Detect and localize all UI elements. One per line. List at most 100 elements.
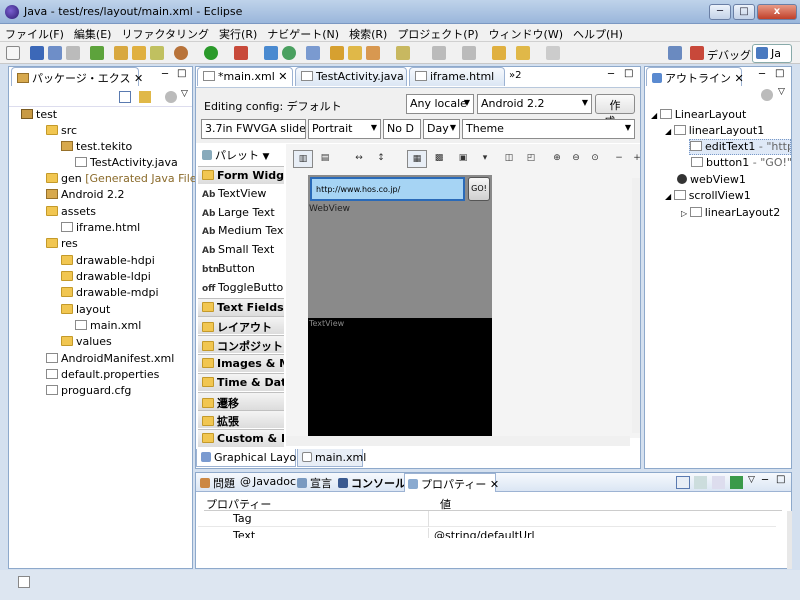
tree-android-manifest[interactable]: AndroidManifest.xml <box>46 352 174 365</box>
layout-horizontal-icon[interactable]: ▥ <box>293 150 313 168</box>
maximize-view-icon[interactable]: □ <box>776 474 785 485</box>
debug-icon[interactable] <box>174 46 188 60</box>
outline-edittext1[interactable]: editText1 - "http: <box>689 139 791 155</box>
close-tab-icon[interactable]: ✕ <box>134 72 143 85</box>
baseline-icon[interactable]: ◫ <box>499 150 519 168</box>
palette-category[interactable]: Custom & Lib <box>198 429 284 448</box>
print-icon[interactable] <box>66 46 80 60</box>
layout-vertical-icon[interactable]: ▤ <box>315 150 335 168</box>
tab-javadoc[interactable]: @ Javadoc <box>240 475 296 488</box>
link-with-editor-icon[interactable] <box>139 91 151 103</box>
save-icon[interactable] <box>30 46 44 60</box>
tree-testactivity-java[interactable]: TestActivity.java <box>75 156 178 169</box>
palette-item[interactable]: Ab Small Text <box>198 241 284 259</box>
tree-iframe-html[interactable]: iframe.html <box>61 221 140 234</box>
outline-scrollview1[interactable]: ◢ scrollView1 <box>665 189 751 202</box>
palette-category[interactable]: Form Widgets <box>198 166 284 184</box>
palette-item[interactable]: Ab TextView <box>198 185 284 203</box>
tab-graphical-layout[interactable]: Graphical Layout <box>196 449 308 467</box>
debug-perspective-icon[interactable] <box>690 46 704 60</box>
new-icon[interactable] <box>6 46 20 60</box>
fill-width-icon[interactable]: ↔ <box>349 150 369 168</box>
save-all-icon[interactable] <box>48 46 62 60</box>
android-sdk-icon[interactable] <box>90 46 104 60</box>
search-folder-icon[interactable] <box>348 46 362 60</box>
tab-problems[interactable]: 問題 <box>200 475 235 491</box>
open-folder-icon[interactable] <box>330 46 344 60</box>
tree-drawable-hdpi[interactable]: drawable-hdpi <box>61 254 155 267</box>
outline-linearlayout[interactable]: ◢ LinearLayout <box>651 108 746 121</box>
close-tab-icon[interactable]: ✕ <box>278 70 287 83</box>
tree-layout[interactable]: layout <box>61 303 110 316</box>
palette-category[interactable]: Time & Date <box>198 372 284 391</box>
android-lint-icon[interactable] <box>150 46 164 60</box>
tab-iframe-html[interactable]: iframe.html <box>409 67 505 86</box>
maximize-view-icon[interactable]: □ <box>624 68 633 79</box>
orientation-select[interactable]: Portrait ▼ <box>308 119 381 139</box>
outline-linearlayout1[interactable]: ◢ linearLayout1 <box>665 124 764 137</box>
maximize-button[interactable]: □ <box>733 4 755 20</box>
outline-webview1[interactable]: webView1 <box>677 173 746 186</box>
palette-item[interactable]: off ToggleButton <box>198 279 284 297</box>
view-menu-chevron-icon[interactable]: ▽ <box>748 475 755 485</box>
dock-mode-select[interactable]: No D <box>383 119 421 139</box>
layout-options-chevron-icon[interactable]: ▾ <box>475 150 495 168</box>
property-row[interactable]: Tag <box>198 511 776 527</box>
tab-main-xml[interactable]: *main.xml ✕ <box>197 67 293 86</box>
menu-help[interactable]: ヘルプ(H) <box>568 24 628 42</box>
theme-select[interactable]: Theme ▼ <box>462 119 635 139</box>
new-class-icon[interactable] <box>282 46 296 60</box>
minimize-view-icon[interactable]: ─ <box>759 69 765 80</box>
back-icon[interactable] <box>516 46 530 60</box>
android-version-select[interactable]: Android 2.2 ▼ <box>477 94 592 114</box>
outline-menu-chevron-icon[interactable]: ▽ <box>778 87 785 97</box>
open-perspective-icon[interactable] <box>668 46 682 60</box>
palette-category[interactable]: レイアウト <box>198 316 284 335</box>
advanced-icon[interactable] <box>712 476 725 489</box>
create-config-button[interactable]: 作成... <box>595 94 635 128</box>
forward-icon[interactable] <box>546 46 560 60</box>
fast-view-icon[interactable] <box>18 576 30 588</box>
palette-category[interactable]: Text Fields <box>198 297 284 316</box>
change-layout-icon[interactable]: ▣ <box>453 150 473 168</box>
palette-item[interactable]: Ab Medium Text <box>198 222 284 240</box>
minimize-view-icon[interactable]: ─ <box>608 69 614 80</box>
canvas-horizontal-scrollbar[interactable] <box>286 436 630 446</box>
palette-category[interactable]: 拡張 <box>198 410 284 429</box>
collapse-all-icon[interactable] <box>119 91 131 103</box>
fill-height-icon[interactable]: ↕ <box>371 150 391 168</box>
prev-annotation-icon[interactable] <box>462 46 476 60</box>
tab-package-explorer[interactable]: パッケージ・エクス ✕ <box>11 67 143 86</box>
palette-category[interactable]: Images & Me <box>198 354 284 372</box>
open-type-icon[interactable] <box>306 46 320 60</box>
maximize-view-icon[interactable]: □ <box>177 68 186 79</box>
show-grid-icon[interactable]: ▦ <box>407 150 427 168</box>
annotation-icon[interactable] <box>396 46 410 60</box>
maximize-view-icon[interactable]: □ <box>775 68 784 79</box>
canvas-vertical-scrollbar[interactable] <box>632 178 640 433</box>
zoom-fit-icon[interactable]: ⊖ <box>566 150 586 168</box>
gravity-icon[interactable]: ◰ <box>521 150 541 168</box>
outline-menu-icon[interactable] <box>761 89 773 101</box>
minimize-view-icon[interactable]: ─ <box>162 69 168 80</box>
locale-select[interactable]: Any locale ▼ <box>406 94 474 114</box>
tree-drawable-ldpi[interactable]: drawable-ldpi <box>61 270 151 283</box>
snap-grid-icon[interactable]: ▩ <box>429 150 449 168</box>
palette-item[interactable]: btnButton <box>198 260 284 278</box>
night-mode-select[interactable]: Day ▼ <box>423 119 460 139</box>
outline-linearlayout2[interactable]: ▷ linearLayout2 <box>681 206 780 219</box>
tab-testactivity-java[interactable]: TestActivity.java <box>295 67 407 86</box>
outline-button1[interactable]: button1 - "GO!" <box>691 156 792 169</box>
menu-run[interactable]: 実行(R) <box>214 24 262 42</box>
view-menu-icon[interactable] <box>165 91 177 103</box>
tab-outline[interactable]: アウトライン ✕ <box>646 67 744 86</box>
tree-assets[interactable]: assets <box>46 205 96 218</box>
tree-proguard-cfg[interactable]: proguard.cfg <box>46 384 131 397</box>
external-tools-icon[interactable] <box>234 46 248 60</box>
minimize-button[interactable]: ─ <box>709 4 731 20</box>
debug-perspective-label[interactable]: デバッグ <box>707 47 751 63</box>
pen-icon[interactable] <box>366 46 380 60</box>
zoom-real-size-icon[interactable]: ⊕ <box>547 150 567 168</box>
menu-file[interactable]: ファイル(F) <box>0 24 69 42</box>
new-xml-icon[interactable] <box>132 46 146 60</box>
